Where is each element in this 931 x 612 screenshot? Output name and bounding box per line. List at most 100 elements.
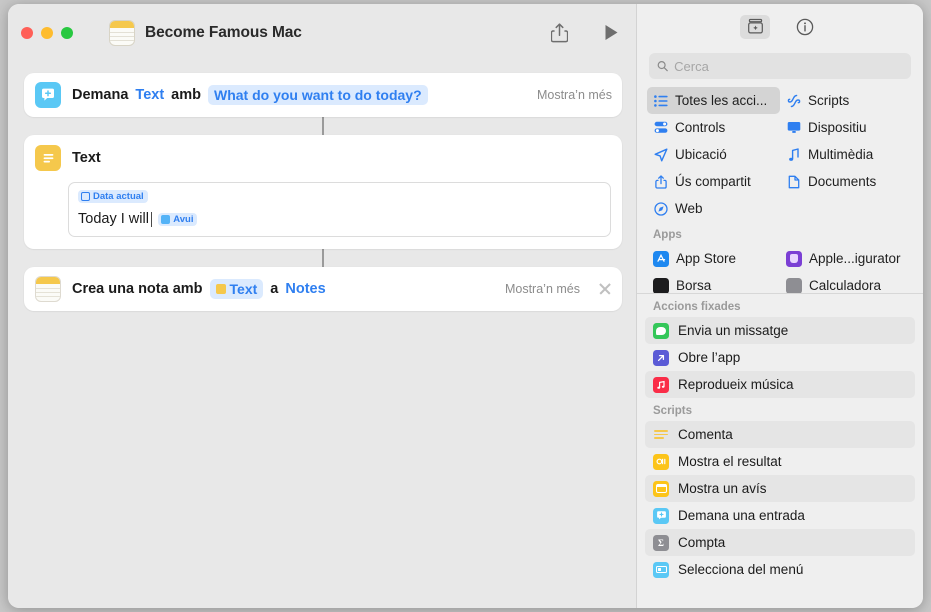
titlebar-actions: [546, 4, 624, 61]
category-all-actions[interactable]: Totes les acci...: [647, 87, 780, 114]
actions-list[interactable]: Accions fixades Envia un missatge Obre l…: [637, 294, 923, 608]
text-field-line: Today I will Avui: [78, 211, 601, 227]
search-input[interactable]: [674, 58, 903, 74]
ask-chip-icon: [161, 214, 171, 224]
action-ask-type-link[interactable]: Text: [135, 87, 164, 103]
pinned-header: Accions fixades: [653, 301, 741, 313]
delete-action-button[interactable]: [598, 282, 612, 296]
action-ask-word-1: Demana: [72, 87, 129, 103]
search-field[interactable]: [649, 53, 911, 79]
category-label: Ubicació: [675, 147, 727, 162]
action-card-text[interactable]: Text Data actual Today I will Avui: [24, 135, 622, 249]
category-sharing[interactable]: Ús compartit: [647, 168, 780, 195]
open-app-icon: [653, 349, 669, 366]
list-icon: [653, 93, 668, 108]
action-ask-text: Demana Text amb What do you want to do t…: [72, 85, 428, 105]
action-library-button[interactable]: [740, 14, 770, 39]
category-media[interactable]: Multimèdia: [780, 141, 913, 168]
app-label: Apple...igurator: [809, 251, 901, 266]
list-item-open-app[interactable]: Obre l’app: [645, 344, 915, 371]
action-text-title: Text: [72, 150, 101, 166]
list-item-label: Compta: [678, 535, 726, 550]
shortcuts-window: Become Famous Mac Demana Text amb What d…: [8, 4, 923, 608]
app-item-calculator[interactable]: Calculadora: [780, 272, 913, 293]
action-note-word-1: Crea una nota amb: [72, 281, 203, 297]
category-scripts[interactable]: Scripts: [780, 87, 913, 114]
action-note-text-token[interactable]: Text: [209, 279, 264, 299]
category-label: Scripts: [808, 93, 850, 108]
connector-1: [322, 117, 324, 135]
editor-pane: Become Famous Mac Demana Text amb What d…: [8, 4, 636, 608]
text-field-value: Today I will: [78, 211, 149, 227]
action-card-create-note[interactable]: Crea una nota amb Text a Notes Mostra’n …: [24, 267, 622, 311]
category-device[interactable]: Dispositiu: [780, 114, 913, 141]
action-note-word-2: a: [270, 281, 279, 297]
category-label: Ús compartit: [675, 174, 751, 189]
category-label: Dispositiu: [808, 120, 867, 135]
play-icon: [605, 25, 617, 40]
category-grid: Totes les acci... Scripts Controls Dispo…: [647, 87, 913, 222]
share-icon: [550, 22, 568, 42]
workflow-canvas: Demana Text amb What do you want to do t…: [8, 61, 636, 311]
list-item-show-result[interactable]: Mostra el resultat: [645, 448, 915, 475]
category-label: Multimèdia: [808, 147, 874, 162]
list-item-comment[interactable]: Comenta: [645, 421, 915, 448]
titlebar: Become Famous Mac: [8, 4, 636, 61]
action-card-ask[interactable]: Demana Text amb What do you want to do t…: [24, 73, 622, 117]
list-item-show-alert[interactable]: Mostra un avís: [645, 475, 915, 502]
list-item-choose-from-menu[interactable]: Selecciona del menú: [645, 556, 915, 583]
list-item-count[interactable]: Σ Compta: [645, 529, 915, 556]
category-label: Documents: [808, 174, 877, 189]
messages-icon: [653, 322, 669, 339]
show-more-note[interactable]: Mostra’n més: [505, 282, 580, 296]
music-icon: [653, 376, 669, 393]
category-label: Totes les acci...: [675, 93, 768, 108]
app-label: Calculadora: [809, 278, 882, 293]
shortcut-icon: [109, 19, 135, 46]
run-button[interactable]: [598, 20, 624, 46]
connector-2: [322, 249, 324, 267]
text-icon: [35, 145, 61, 171]
list-item-label: Comenta: [678, 427, 733, 442]
category-panel: Totes les acci... Scripts Controls Dispo…: [637, 87, 923, 294]
show-more-ask[interactable]: Mostra’n més: [537, 88, 612, 102]
menu-icon: [653, 561, 669, 578]
action-note-text: Crea una nota amb Text a Notes: [72, 279, 326, 299]
search-icon: [657, 61, 668, 72]
action-note-folder-link[interactable]: Notes: [285, 281, 325, 297]
category-controls[interactable]: Controls: [647, 114, 780, 141]
list-item-play-music[interactable]: Reprodueix música: [645, 371, 915, 398]
location-arrow-icon: [653, 147, 668, 162]
action-ask-prompt-token[interactable]: What do you want to do today?: [208, 85, 428, 105]
category-documents[interactable]: Documents: [780, 168, 913, 195]
info-icon: [796, 18, 814, 35]
text-input-field[interactable]: Data actual Today I will Avui: [68, 182, 611, 237]
zoom-button[interactable]: [61, 26, 73, 39]
share-icon: [653, 174, 668, 189]
share-button[interactable]: [546, 20, 572, 46]
info-button[interactable]: [790, 15, 820, 39]
text-cursor: [150, 211, 153, 227]
category-web[interactable]: Web: [647, 195, 780, 222]
minimize-button[interactable]: [41, 26, 53, 39]
action-library-sidebar: Totes les acci... Scripts: [636, 4, 923, 608]
list-item-label: Selecciona del menú: [678, 562, 804, 577]
calculator-icon: [786, 277, 802, 293]
list-item-label: Demana una entrada: [678, 508, 805, 523]
document-icon: [786, 174, 801, 189]
action-library-icon: [747, 18, 763, 34]
app-item-stocks[interactable]: Borsa: [647, 272, 780, 293]
chip-current-date[interactable]: Data actual: [78, 190, 148, 203]
list-item-send-message[interactable]: Envia un missatge: [645, 317, 915, 344]
app-item-app-store[interactable]: App Store: [647, 245, 780, 272]
list-item-ask-for-input[interactable]: Demana una entrada: [645, 502, 915, 529]
app-item-apple-configurator[interactable]: Apple...igurator: [780, 245, 913, 272]
scripts-header: Scripts: [653, 405, 692, 417]
category-location[interactable]: Ubicació: [647, 141, 780, 168]
calendar-icon: [81, 192, 90, 201]
close-button[interactable]: [21, 26, 33, 39]
chip-today[interactable]: Avui: [158, 212, 198, 226]
apps-header: Apps: [653, 229, 682, 241]
list-item-label: Envia un missatge: [678, 323, 789, 338]
notes-icon: [35, 276, 61, 302]
